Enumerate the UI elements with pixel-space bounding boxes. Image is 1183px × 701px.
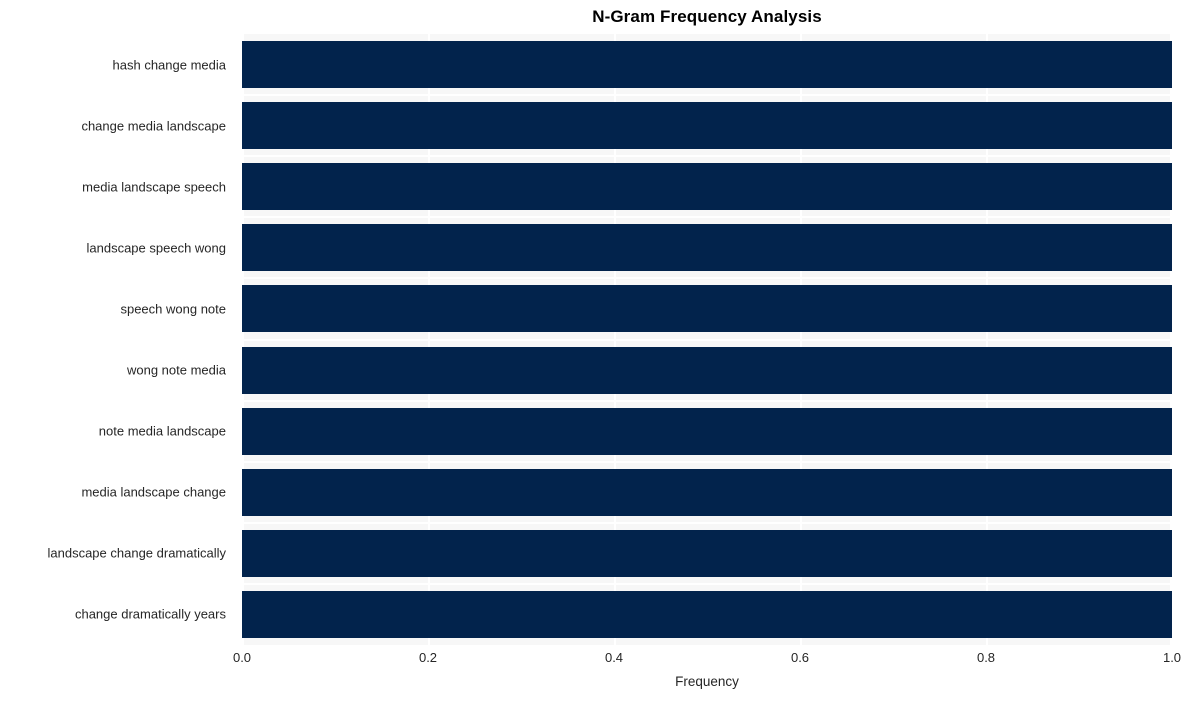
y-axis-tick-label: wong note media	[126, 362, 226, 378]
y-axis-tick-label: media landscape change	[81, 484, 226, 500]
chart-title: N-Gram Frequency Analysis	[592, 7, 822, 26]
plot-area	[242, 34, 1172, 645]
bar	[242, 529, 1172, 577]
x-axis-tick-labels: 0.0 0.2 0.4 0.6 0.8 1.0	[233, 650, 1181, 670]
y-axis-tick-label: landscape change dramatically	[47, 545, 227, 561]
x-axis-tick-label: 1.0	[1162, 650, 1182, 665]
y-axis-tick-label: hash change media	[112, 57, 226, 73]
y-axis-tick-label: media landscape speech	[82, 179, 226, 195]
chart-figure: N-Gram Frequency Analysis hash change me…	[0, 0, 1183, 701]
bar	[242, 41, 1172, 89]
bar	[242, 407, 1172, 455]
bars-layer	[242, 34, 1172, 645]
bar	[242, 346, 1172, 394]
bar	[242, 590, 1172, 638]
bar	[242, 224, 1172, 272]
y-axis-tick-label: speech wong note	[120, 301, 226, 317]
bar	[242, 468, 1172, 516]
x-axis-tick-label: 0.6	[790, 650, 810, 665]
y-axis-tick-label: change media landscape	[81, 118, 226, 134]
y-axis-tick-label: change dramatically years	[74, 606, 226, 622]
y-axis-tick-labels: hash change media change media landscape m…	[0, 34, 234, 645]
bar	[242, 102, 1172, 150]
y-axis-tick-label: landscape speech wong	[86, 240, 227, 256]
x-axis-tick-label: 0.2	[418, 650, 438, 665]
x-axis-tick-label: 0.0	[232, 650, 252, 665]
x-axis-title: Frequency	[675, 674, 739, 689]
x-axis-tick-label: 0.8	[976, 650, 996, 665]
x-axis-tick-label: 0.4	[604, 650, 624, 665]
bar	[242, 163, 1172, 211]
bar	[242, 285, 1172, 333]
y-axis-tick-label: note media landscape	[98, 423, 226, 439]
